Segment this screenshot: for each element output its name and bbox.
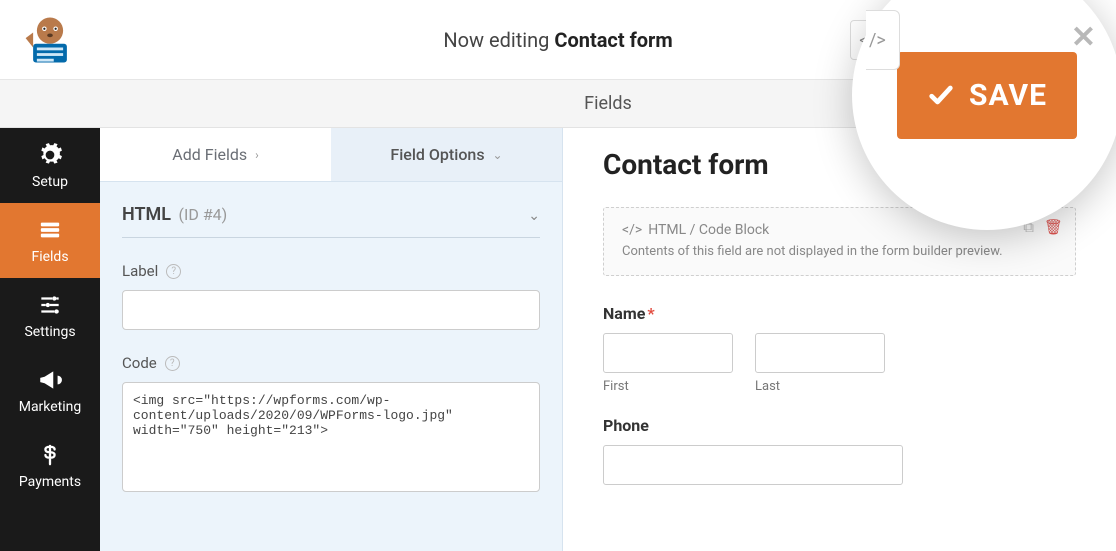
- save-button-label: SAVE: [968, 27, 1030, 53]
- section-header: Fields: [0, 80, 1116, 128]
- last-name-sublabel: Last: [755, 379, 885, 394]
- tab-label: Add Fields: [172, 145, 247, 164]
- tab-label: Field Options: [390, 145, 484, 164]
- label-field-label: Label: [122, 262, 158, 280]
- form-preview-title: Contact form: [603, 148, 1076, 181]
- tab-add-fields[interactable]: Add Fields ›: [100, 128, 331, 181]
- html-block-desc: Contents of this field are not displayed…: [622, 244, 1057, 259]
- code-input[interactable]: [122, 382, 540, 492]
- field-type-label: HTML: [122, 204, 171, 225]
- topbar: Now editing Contact form </> SAVE ✕: [0, 0, 1116, 80]
- code-icon: </>: [622, 222, 642, 238]
- required-asterisk: *: [647, 304, 654, 323]
- first-name-input[interactable]: [603, 333, 733, 373]
- sidebar-item-marketing[interactable]: Marketing: [0, 353, 100, 428]
- code-icon: </>: [859, 31, 881, 49]
- bullhorn-icon: [37, 367, 63, 393]
- gear-icon: [37, 142, 63, 168]
- embed-button[interactable]: </>: [850, 20, 890, 60]
- sidebar-item-label: Fields: [31, 249, 68, 265]
- editing-prefix: Now editing: [443, 28, 549, 52]
- name-label: Name*: [603, 304, 1076, 323]
- form-preview: Contact form ⧉ 🗑 </> HTML / Code Block C…: [563, 128, 1116, 551]
- sidebar-item-label: Payments: [19, 474, 81, 490]
- preview-phone-field[interactable]: Phone: [603, 416, 1076, 485]
- tab-field-options[interactable]: Field Options ⌄: [331, 128, 562, 181]
- help-icon[interactable]: ?: [165, 356, 180, 371]
- html-block-title-text: HTML / Code Block: [648, 222, 769, 238]
- label-input[interactable]: [122, 290, 540, 330]
- editing-form-name: Contact form: [554, 28, 672, 52]
- name-label-text: Name: [603, 304, 645, 323]
- tabs: Add Fields › Field Options ⌄: [100, 128, 562, 182]
- wpforms-logo-icon: [20, 10, 80, 70]
- duplicate-icon[interactable]: ⧉: [1023, 218, 1034, 236]
- main-layout: Setup Fields Settings Marketing Payments: [0, 128, 1116, 551]
- list-icon: [37, 217, 63, 243]
- left-panel: Add Fields › Field Options ⌄ HTML (ID #4…: [100, 128, 563, 551]
- sidebar-item-setup[interactable]: Setup: [0, 128, 100, 203]
- section-header-label: Fields: [584, 93, 632, 114]
- preview-name-field[interactable]: Name* First Last: [603, 304, 1076, 394]
- save-button[interactable]: SAVE: [908, 11, 1056, 69]
- trash-icon[interactable]: 🗑: [1044, 218, 1063, 236]
- editing-title: Now editing Contact form: [443, 28, 672, 52]
- block-actions: ⧉ 🗑: [1023, 218, 1063, 236]
- sidebar-item-settings[interactable]: Settings: [0, 278, 100, 353]
- field-options-panel: HTML (ID #4) ⌄ Label ? Code ?: [100, 182, 562, 520]
- sidebar-nav: Setup Fields Settings Marketing Payments: [0, 128, 100, 551]
- sidebar-item-payments[interactable]: Payments: [0, 428, 100, 503]
- check-icon: [934, 29, 956, 51]
- sliders-icon: [37, 292, 63, 318]
- phone-label: Phone: [603, 416, 1076, 435]
- label-field-group: Label ?: [122, 262, 540, 330]
- code-field-group: Code ?: [122, 354, 540, 496]
- help-icon[interactable]: ?: [166, 264, 181, 279]
- code-field-label: Code: [122, 354, 157, 372]
- chevron-down-icon: ⌄: [528, 208, 540, 224]
- sidebar-item-label: Marketing: [19, 399, 82, 415]
- phone-input[interactable]: [603, 445, 903, 485]
- first-name-sublabel: First: [603, 379, 733, 394]
- sidebar-item-fields[interactable]: Fields: [0, 203, 100, 278]
- dollar-icon: [37, 442, 63, 468]
- preview-html-block[interactable]: ⧉ 🗑 </> HTML / Code Block Contents of th…: [603, 207, 1076, 276]
- sidebar-item-label: Settings: [24, 324, 75, 340]
- last-name-input[interactable]: [755, 333, 885, 373]
- chevron-right-icon: ›: [255, 148, 259, 162]
- topbar-actions: </> SAVE ✕: [850, 11, 1098, 69]
- field-options-toggle[interactable]: HTML (ID #4) ⌄: [122, 204, 540, 238]
- sidebar-item-label: Setup: [32, 174, 68, 190]
- close-button[interactable]: ✕: [1075, 23, 1098, 56]
- logo: [0, 0, 100, 80]
- field-id-label: (ID #4): [179, 205, 228, 224]
- chevron-down-icon: ⌄: [493, 148, 503, 162]
